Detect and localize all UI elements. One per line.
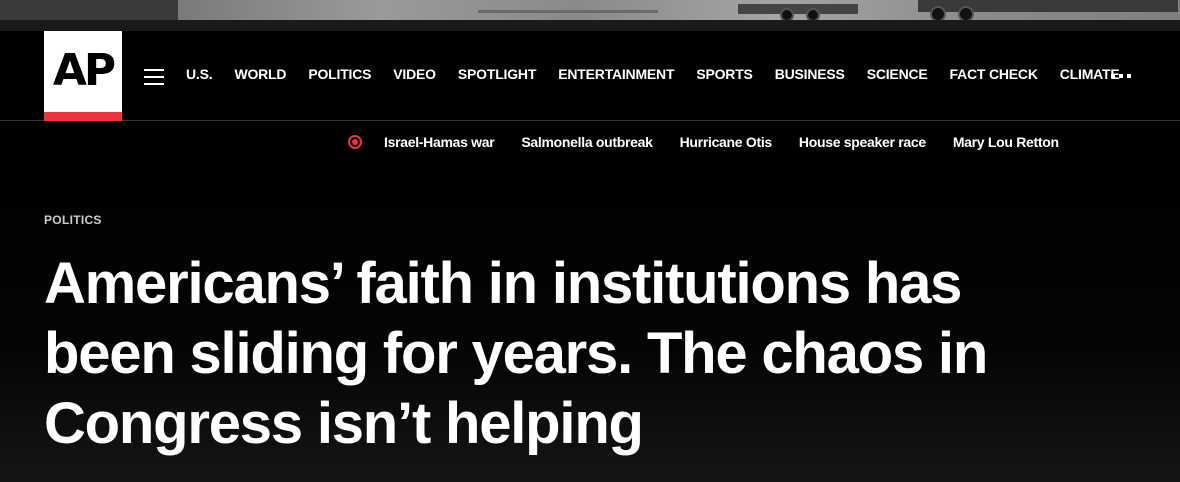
ap-logo[interactable]: AP (44, 31, 122, 121)
logo-text: AP (52, 45, 116, 96)
trending-bar: Israel-Hamas war Salmonella outbreak Hur… (0, 121, 1180, 163)
article-header: POLITICS Americans’ faith in institution… (0, 163, 1180, 482)
hamburger-menu-icon[interactable] (144, 69, 164, 85)
live-indicator-icon (348, 135, 362, 149)
nav-item-us[interactable]: U.S. (186, 66, 213, 82)
trending-item-salmonella-outbreak[interactable]: Salmonella outbreak (521, 134, 653, 150)
nav-item-spotlight[interactable]: SPOTLIGHT (458, 66, 537, 82)
top-banner-strip (0, 0, 1180, 31)
banner-photo (178, 0, 1180, 20)
nav-item-science[interactable]: SCIENCE (867, 66, 928, 82)
more-dots-icon[interactable] (1111, 74, 1131, 78)
trending-item-israel-hamas-war[interactable]: Israel-Hamas war (384, 134, 495, 150)
nav-item-business[interactable]: BUSINESS (775, 66, 845, 82)
nav-item-sports[interactable]: SPORTS (696, 66, 753, 82)
trending-item-mary-lou-retton[interactable]: Mary Lou Retton (953, 134, 1059, 150)
article-kicker[interactable]: POLITICS (44, 213, 102, 227)
trending-item-hurricane-otis[interactable]: Hurricane Otis (680, 134, 773, 150)
main-navigation: AP U.S. WORLD POLITICS VIDEO SPOTLIGHT E… (0, 31, 1180, 121)
nav-item-entertainment[interactable]: ENTERTAINMENT (558, 66, 674, 82)
article-headline: Americans’ faith in institutions has bee… (44, 251, 988, 456)
logo-red-bar (44, 112, 122, 121)
nav-item-fact-check[interactable]: FACT CHECK (950, 66, 1038, 82)
nav-item-world[interactable]: WORLD (234, 66, 286, 82)
banner-left-panel (0, 0, 178, 20)
trending-items: Israel-Hamas war Salmonella outbreak Hur… (384, 134, 1086, 150)
nav-item-video[interactable]: VIDEO (393, 66, 436, 82)
nav-items: U.S. WORLD POLITICS VIDEO SPOTLIGHT ENTE… (186, 66, 1142, 82)
nav-item-politics[interactable]: POLITICS (308, 66, 371, 82)
trending-item-house-speaker-race[interactable]: House speaker race (799, 134, 926, 150)
